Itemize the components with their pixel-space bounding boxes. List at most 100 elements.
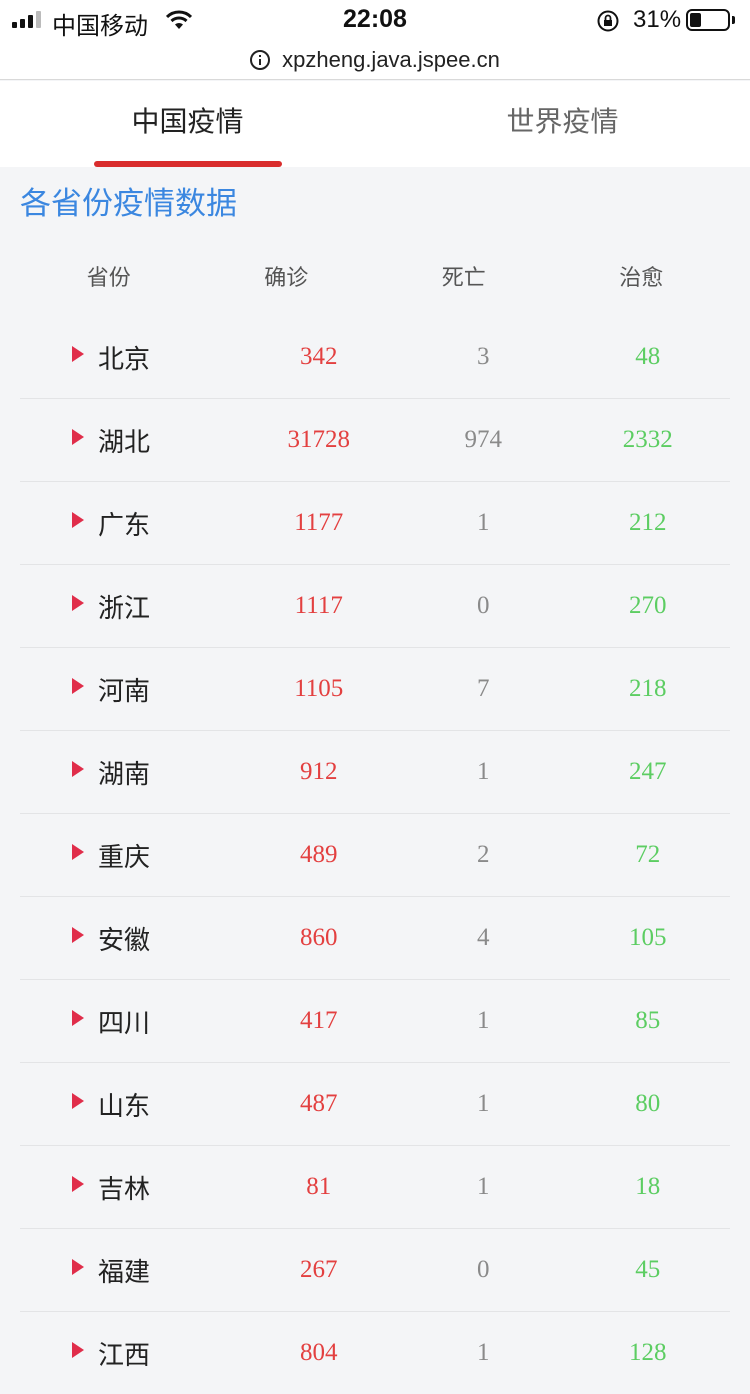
tab-bar: 中国疫情 世界疫情 bbox=[0, 81, 750, 167]
province-cell: 湖北 bbox=[20, 422, 237, 459]
confirmed-count: 417 bbox=[300, 1007, 338, 1034]
confirmed-count: 81 bbox=[306, 1173, 332, 1200]
death-count: 1 bbox=[477, 1339, 490, 1366]
expand-arrow-icon[interactable] bbox=[72, 1093, 84, 1109]
table-row[interactable]: 四川 417 1 85 bbox=[20, 980, 730, 1063]
province-cell: 吉林 bbox=[20, 1169, 237, 1206]
death-count: 2 bbox=[477, 841, 490, 868]
cured-count: 128 bbox=[629, 1339, 667, 1366]
confirmed-count: 912 bbox=[300, 758, 338, 785]
tab-china[interactable]: 中国疫情 bbox=[0, 81, 375, 167]
province-cell: 安徽 bbox=[20, 920, 237, 957]
expand-arrow-icon[interactable] bbox=[72, 429, 84, 445]
expand-arrow-icon[interactable] bbox=[72, 1342, 84, 1358]
expand-arrow-icon[interactable] bbox=[72, 927, 84, 943]
confirmed-count: 1105 bbox=[294, 675, 344, 702]
province-name: 江西 bbox=[98, 1340, 151, 1371]
death-count: 1 bbox=[477, 1007, 490, 1034]
expand-arrow-icon[interactable] bbox=[72, 1259, 84, 1275]
expand-arrow-icon[interactable] bbox=[72, 678, 84, 694]
province-name: 重庆 bbox=[98, 842, 151, 873]
death-count: 1 bbox=[477, 758, 490, 785]
death-count: 974 bbox=[464, 426, 503, 453]
cured-count: 18 bbox=[635, 1173, 661, 1200]
province-name: 河南 bbox=[98, 676, 151, 707]
section-title: 各省份疫情数据 bbox=[20, 186, 237, 222]
confirmed-count: 267 bbox=[300, 1256, 338, 1283]
province-name: 湖南 bbox=[98, 759, 151, 790]
province-name: 四川 bbox=[98, 1008, 151, 1039]
cured-count: 80 bbox=[635, 1090, 661, 1117]
province-cell: 广东 bbox=[20, 505, 237, 542]
death-count: 1 bbox=[477, 509, 490, 536]
expand-arrow-icon[interactable] bbox=[72, 761, 84, 777]
confirmed-count: 804 bbox=[300, 1339, 338, 1366]
province-cell: 山东 bbox=[20, 1086, 237, 1123]
cured-count: 105 bbox=[629, 924, 667, 951]
table-row[interactable]: 湖北 31728 974 2332 bbox=[20, 399, 730, 482]
province-name: 福建 bbox=[98, 1257, 151, 1288]
confirmed-count: 1117 bbox=[294, 592, 343, 619]
expand-arrow-icon[interactable] bbox=[72, 512, 84, 528]
confirmed-count: 31728 bbox=[287, 426, 351, 453]
cured-count: 212 bbox=[629, 509, 667, 536]
battery-icon bbox=[686, 9, 730, 31]
table-row[interactable]: 安徽 860 4 105 bbox=[20, 897, 730, 980]
province-name: 吉林 bbox=[98, 1174, 151, 1205]
confirmed-count: 860 bbox=[300, 924, 338, 951]
expand-arrow-icon[interactable] bbox=[72, 1176, 84, 1192]
expand-arrow-icon[interactable] bbox=[72, 844, 84, 860]
cured-count: 72 bbox=[635, 841, 661, 868]
tab-label: 中国疫情 bbox=[131, 105, 244, 138]
table-row[interactable]: 福建 267 0 45 bbox=[20, 1229, 730, 1312]
province-name: 广东 bbox=[98, 510, 151, 541]
death-count: 0 bbox=[477, 592, 490, 619]
province-cell: 湖南 bbox=[20, 754, 237, 791]
table-row[interactable]: 广东 1177 1 212 bbox=[20, 482, 730, 565]
death-count: 7 bbox=[477, 675, 490, 702]
death-count: 4 bbox=[477, 924, 490, 951]
cured-count: 85 bbox=[635, 1007, 661, 1034]
province-cell: 四川 bbox=[20, 1003, 237, 1040]
province-name: 浙江 bbox=[98, 593, 151, 624]
table-row[interactable]: 河南 1105 7 218 bbox=[20, 648, 730, 731]
confirmed-count: 342 bbox=[300, 343, 338, 370]
header-deaths: 死亡 bbox=[441, 266, 486, 291]
expand-arrow-icon[interactable] bbox=[72, 595, 84, 611]
table-row[interactable]: 江西 804 1 128 bbox=[20, 1312, 730, 1394]
table-row[interactable]: 湖南 912 1 247 bbox=[20, 731, 730, 814]
province-cell: 北京 bbox=[20, 339, 237, 376]
province-name: 北京 bbox=[98, 344, 151, 375]
table-row[interactable]: 重庆 489 2 72 bbox=[20, 814, 730, 897]
cured-count: 218 bbox=[629, 675, 667, 702]
province-table: 省份 确诊 死亡 治愈 北京 342 3 48 湖北 31728 974 2332 广东 1177… bbox=[20, 236, 730, 1394]
table-row[interactable]: 浙江 1117 0 270 bbox=[20, 565, 730, 648]
status-bar: 中国移动 22:08 31% bbox=[0, 0, 750, 40]
header-cured: 治愈 bbox=[619, 266, 664, 291]
header-province: 省份 bbox=[86, 266, 131, 291]
table-row[interactable]: 山东 487 1 80 bbox=[20, 1063, 730, 1146]
province-name: 湖北 bbox=[98, 427, 151, 458]
tab-world[interactable]: 世界疫情 bbox=[375, 81, 750, 167]
table-row[interactable]: 吉林 81 1 18 bbox=[20, 1146, 730, 1229]
death-count: 0 bbox=[477, 1256, 490, 1283]
battery-tip bbox=[732, 16, 735, 24]
header-confirmed: 确诊 bbox=[264, 266, 309, 291]
table-body: 北京 342 3 48 湖北 31728 974 2332 广东 1177 1 212 浙江 1117 0 2… bbox=[20, 316, 730, 1394]
cured-count: 45 bbox=[635, 1256, 661, 1283]
confirmed-count: 487 bbox=[300, 1090, 338, 1117]
death-count: 3 bbox=[477, 343, 490, 370]
cured-count: 247 bbox=[629, 758, 667, 785]
cured-count: 2332 bbox=[622, 426, 673, 453]
info-icon[interactable] bbox=[250, 49, 271, 70]
confirmed-count: 489 bbox=[300, 841, 338, 868]
death-count: 1 bbox=[477, 1090, 490, 1117]
province-name: 山东 bbox=[98, 1091, 151, 1122]
province-cell: 河南 bbox=[20, 671, 237, 708]
table-row[interactable]: 北京 342 3 48 bbox=[20, 316, 730, 399]
rotation-lock-icon bbox=[597, 10, 619, 32]
address-bar[interactable]: xpzheng.java.jspee.cn bbox=[0, 40, 750, 80]
expand-arrow-icon[interactable] bbox=[72, 346, 84, 362]
province-cell: 重庆 bbox=[20, 837, 237, 874]
expand-arrow-icon[interactable] bbox=[72, 1010, 84, 1026]
